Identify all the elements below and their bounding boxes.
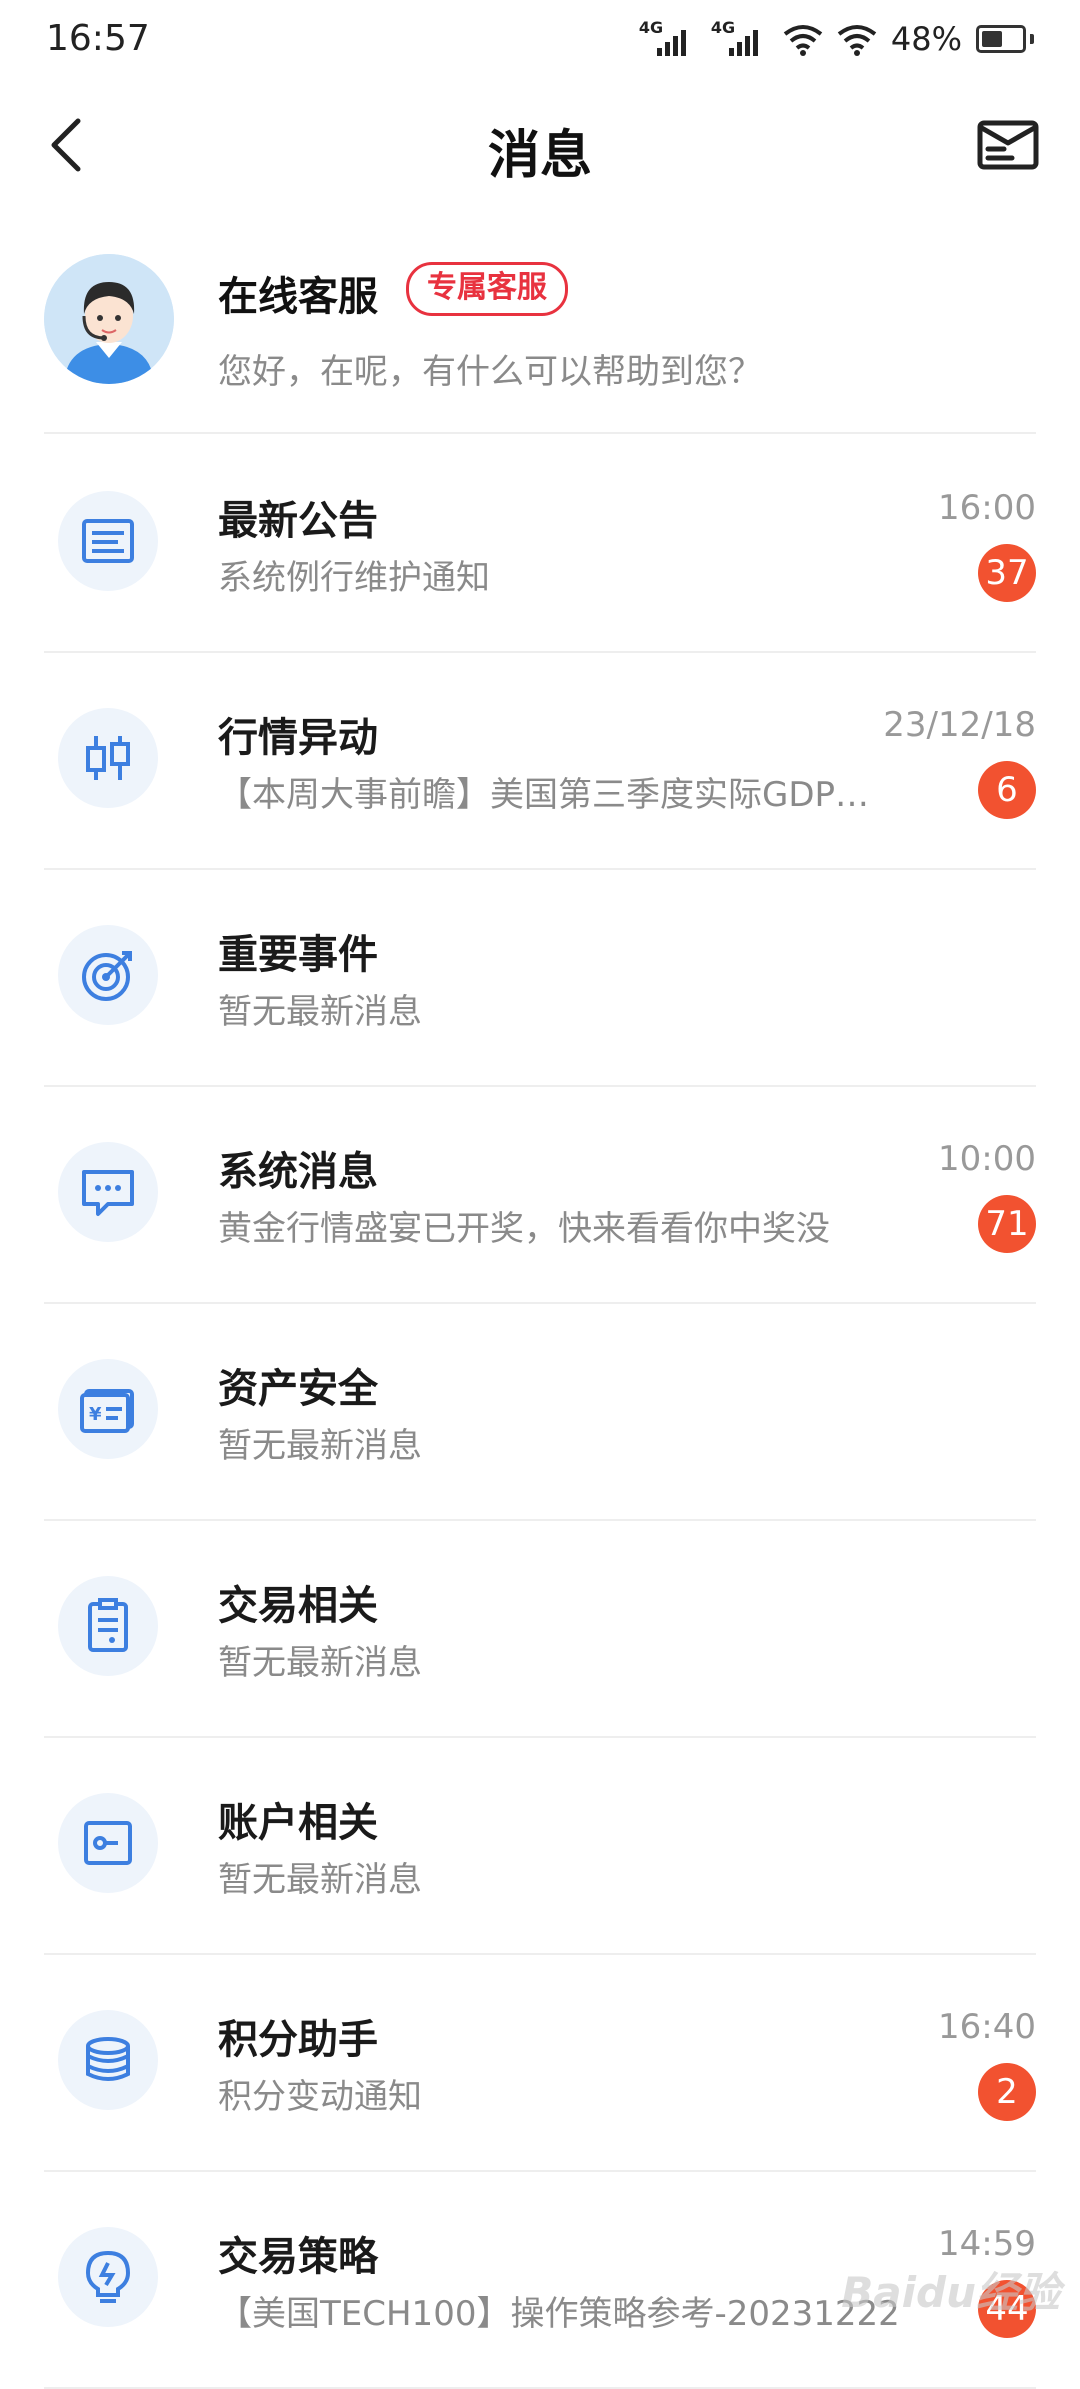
item-subtitle: 黄金行情盛宴已开奖，快来看看你中奖没	[218, 1209, 830, 1249]
item-subtitle: 暂无最新消息	[218, 1643, 422, 1683]
status-icons: 4G 4G 48%	[639, 18, 1034, 58]
item-subtitle: 暂无最新消息	[218, 992, 422, 1032]
target-icon	[58, 925, 158, 1025]
customer-service-avatar	[44, 254, 174, 384]
asset-card-icon: ¥	[58, 1359, 158, 1459]
unread-count-badge: 71	[978, 1195, 1036, 1253]
item-subtitle: 系统例行维护通知	[218, 558, 490, 598]
unread-count-badge: 37	[978, 544, 1036, 602]
item-subtitle: 【美国TECH100】操作策略参考-20231222	[218, 2294, 900, 2334]
list-item[interactable]: ¥ 资产安全 暂无最新消息	[44, 1304, 1036, 1521]
svg-text:¥: ¥	[89, 1404, 102, 1425]
item-title: 账户相关	[218, 1800, 378, 1846]
battery-icon	[976, 25, 1034, 53]
item-subtitle: 暂无最新消息	[218, 1426, 422, 1466]
wifi-icon	[783, 25, 823, 56]
chat-bubble-icon	[58, 1142, 158, 1242]
status-bar: 16:57 4G 4G 48%	[0, 0, 1080, 80]
page-title: 消息	[487, 126, 592, 186]
item-subtitle: 积分变动通知	[218, 2077, 422, 2117]
coins-icon	[58, 2010, 158, 2110]
unread-count-badge: 2	[978, 2063, 1036, 2121]
account-key-icon	[58, 1793, 158, 1893]
item-subtitle: 【本周大事前瞻】美国第三季度实际GDP…	[218, 775, 870, 815]
list-item[interactable]: 重要事件 暂无最新消息	[44, 870, 1036, 1087]
item-title: 最新公告	[218, 498, 378, 544]
list-item[interactable]: 积分助手 积分变动通知 16:40 2	[44, 1955, 1036, 2172]
cellular-signal-icon-2: 4G	[711, 18, 769, 56]
clipboard-icon	[58, 1576, 158, 1676]
item-title: 交易相关	[218, 1583, 378, 1629]
item-time: 23/12/18	[883, 705, 1036, 745]
online-service-item[interactable]: 在线客服 专属客服 您好，在呢，有什么可以帮助到您？	[44, 252, 1036, 434]
battery-percent: 48%	[890, 20, 962, 58]
item-title: 重要事件	[218, 932, 378, 978]
status-time: 16:57	[46, 18, 150, 59]
list-item[interactable]: 系统消息 黄金行情盛宴已开奖，快来看看你中奖没 10:00 71	[44, 1087, 1036, 1304]
item-subtitle: 暂无最新消息	[218, 1860, 422, 1900]
cellular-signal-icon: 4G	[639, 18, 697, 56]
service-title: 在线客服	[218, 274, 378, 320]
unread-count-badge: 6	[978, 761, 1036, 819]
item-title: 系统消息	[218, 1149, 378, 1195]
item-time: 16:00	[938, 488, 1036, 528]
wifi-icon-2	[837, 25, 877, 56]
list-item[interactable]: 最新公告 系统例行维护通知 16:00 37	[44, 436, 1036, 653]
nav-bar: 消息	[0, 95, 1080, 195]
item-time: 16:40	[938, 2007, 1036, 2047]
candlestick-icon	[58, 708, 158, 808]
item-time: 14:59	[938, 2224, 1036, 2264]
list-item[interactable]: 交易相关 暂无最新消息	[44, 1521, 1036, 1738]
mail-icon[interactable]	[976, 115, 1040, 175]
message-list: 最新公告 系统例行维护通知 16:00 37 行情异动 【本周大事前瞻】美国第三…	[44, 436, 1036, 2389]
item-title: 交易策略	[218, 2234, 378, 2280]
list-item[interactable]: 账户相关 暂无最新消息	[44, 1738, 1036, 1955]
item-title: 行情异动	[218, 715, 378, 761]
lightbulb-icon	[58, 2227, 158, 2327]
item-title: 资产安全	[218, 1366, 378, 1412]
service-subtitle: 您好，在呢，有什么可以帮助到您？	[218, 352, 762, 392]
announcement-icon	[58, 491, 158, 591]
watermark: Baidu经验	[841, 2268, 1060, 2317]
item-title: 积分助手	[218, 2017, 378, 2063]
list-item[interactable]: 行情异动 【本周大事前瞻】美国第三季度实际GDP… 23/12/18 6	[44, 653, 1036, 870]
exclusive-service-tag: 专属客服	[406, 262, 568, 316]
item-time: 10:00	[938, 1139, 1036, 1179]
